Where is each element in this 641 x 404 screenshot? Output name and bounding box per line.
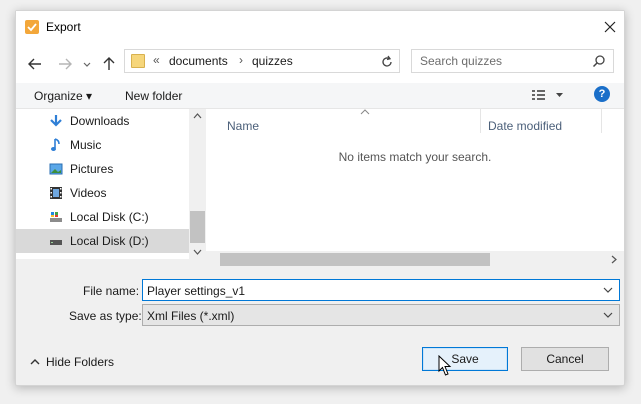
app-icon [25, 20, 39, 34]
empty-message: No items match your search. [338, 150, 492, 164]
refresh-icon [382, 55, 392, 67]
breadcrumb-separator[interactable]: › [239, 53, 243, 67]
chevron-up-icon [30, 359, 40, 365]
file-list: Name Date modified No items match your s… [206, 109, 624, 259]
arrow-right-icon [59, 58, 72, 70]
breadcrumb-documents[interactable]: documents [169, 54, 228, 68]
chevron-down-icon[interactable] [603, 311, 613, 319]
arrow-up-icon [103, 57, 115, 70]
organize-menu[interactable]: Organize ▾ [34, 89, 92, 103]
nav-item-label: Local Disk (C:) [70, 210, 149, 224]
arrow-left-icon [28, 58, 41, 70]
navigation-bar: « documents › quizzes Search quizzes [16, 43, 624, 83]
file-name-label: File name: [83, 284, 140, 298]
column-divider[interactable] [480, 109, 481, 133]
breadcrumb-quizzes[interactable]: quizzes [252, 54, 293, 68]
drive-icon [50, 240, 62, 245]
file-name-input[interactable]: Player settings_v1 [142, 279, 620, 301]
file-name-value[interactable]: Player settings_v1 [147, 284, 245, 298]
recent-locations-button[interactable] [82, 55, 92, 73]
file-list-horizontal-scrollbar[interactable] [206, 251, 624, 268]
music-icon [51, 138, 60, 151]
column-header-date-modified[interactable]: Date modified [488, 119, 562, 133]
nav-item-local-disk-c[interactable]: Local Disk (C:) [16, 205, 189, 229]
close-icon [604, 21, 616, 33]
address-bar[interactable]: « documents › quizzes [124, 49, 468, 73]
cancel-button[interactable]: Cancel [521, 347, 609, 371]
nav-item-label: Videos [70, 186, 107, 200]
nav-item-pictures[interactable]: Pictures [16, 157, 189, 181]
save-as-type-label: Save as type: [69, 309, 142, 323]
breadcrumb-overflow[interactable]: « [153, 53, 160, 67]
nav-item-music[interactable]: Music [16, 133, 189, 157]
nav-item-label: Downloads [70, 114, 130, 128]
forward-button[interactable] [56, 55, 74, 73]
nav-pane-scroll-thumb[interactable] [190, 211, 205, 243]
chevron-down-icon [83, 62, 91, 67]
nav-item-downloads[interactable]: Downloads [16, 109, 189, 133]
drive-icon [50, 212, 62, 222]
pictures-icon [49, 163, 63, 175]
save-as-type-value[interactable]: Xml Files (*.xml) [147, 309, 234, 323]
search-input[interactable]: Search quizzes [420, 54, 502, 68]
nav-item-label: Pictures [70, 162, 114, 176]
download-icon [50, 115, 62, 127]
export-dialog: Export « documents › quizzes Search quiz… [15, 10, 625, 386]
search-box[interactable]: Search quizzes [411, 49, 614, 73]
hide-folders-label: Hide Folders [46, 355, 115, 369]
save-as-type-select[interactable]: Xml Files (*.xml) [142, 304, 620, 326]
new-folder-button[interactable]: New folder [125, 89, 182, 103]
refresh-button[interactable] [379, 54, 395, 70]
window-title: Export [46, 20, 81, 34]
nav-item-local-disk-d[interactable]: Local Disk (D:) [16, 229, 189, 253]
save-button[interactable]: Save [422, 347, 508, 371]
command-bar: Organize ▾ New folder ? [16, 83, 624, 109]
nav-item-videos[interactable]: Videos [16, 181, 189, 205]
navigation-pane: Downloads Music Pictures Videos Local Di… [16, 109, 189, 259]
sort-ascending-icon [360, 109, 370, 115]
chevron-right-icon[interactable] [611, 255, 617, 264]
chevron-down-icon[interactable] [603, 286, 613, 294]
file-list-scroll-thumb[interactable] [220, 253, 490, 266]
search-icon[interactable] [592, 54, 606, 68]
help-icon[interactable]: ? [594, 86, 610, 102]
chevron-up-icon[interactable] [193, 113, 202, 119]
column-divider[interactable] [601, 109, 602, 133]
chevron-down-icon[interactable] [193, 249, 202, 255]
back-button[interactable] [26, 55, 44, 73]
title-bar: Export [16, 11, 624, 43]
close-button[interactable] [600, 17, 620, 37]
folder-icon [131, 54, 145, 68]
column-header-name[interactable]: Name [227, 119, 259, 133]
nav-item-label: Music [70, 138, 102, 152]
nav-item-label: Local Disk (D:) [70, 234, 149, 248]
videos-icon [50, 187, 62, 199]
mouse-pointer-icon [438, 355, 452, 376]
up-button[interactable] [100, 55, 118, 73]
nav-pane-scrollbar[interactable] [189, 109, 206, 259]
view-options-icon[interactable] [531, 87, 567, 103]
